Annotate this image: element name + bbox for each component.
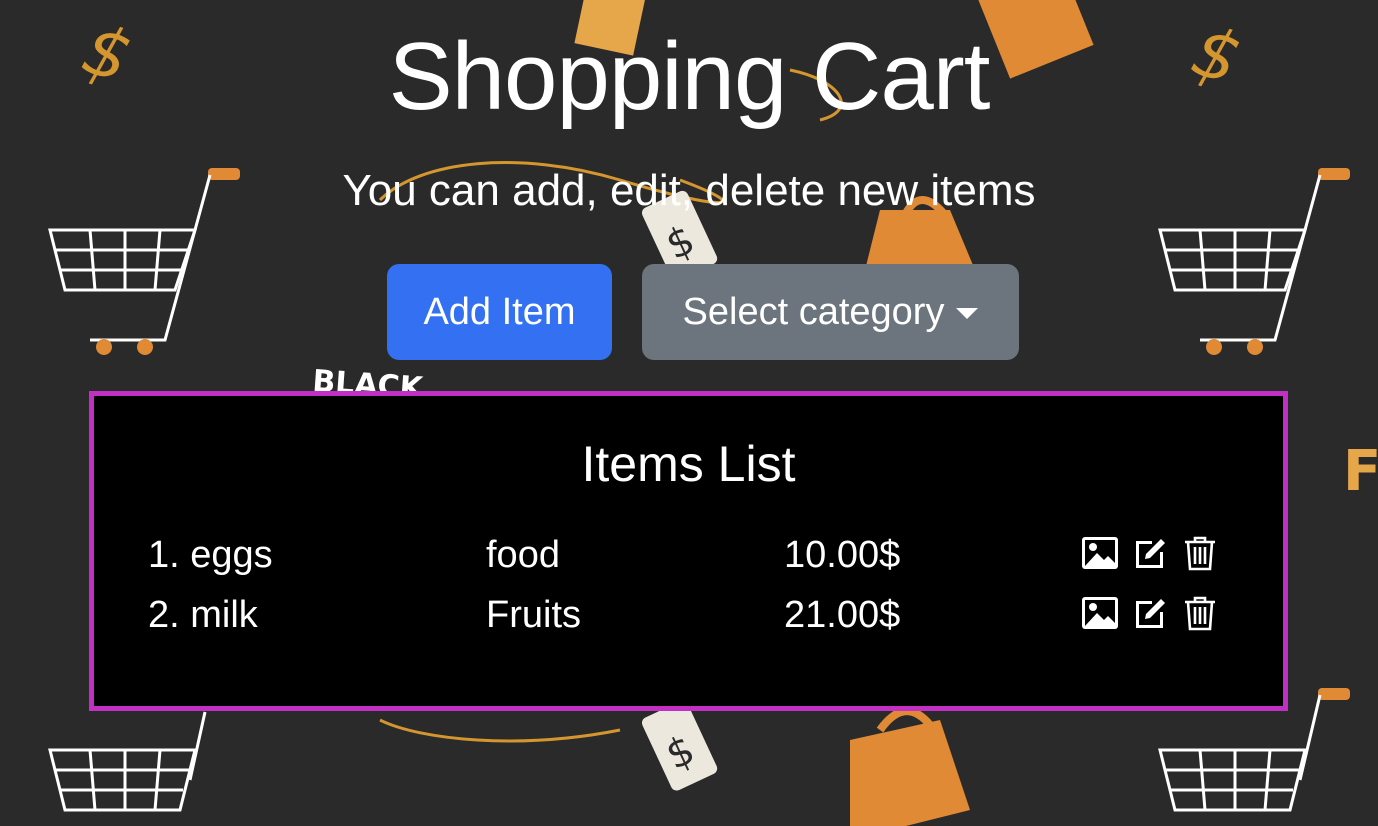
item-category: Fruits: [486, 594, 581, 636]
list-item: 1. eggs food 10.00$: [94, 527, 1283, 583]
items-list-title: Items List: [581, 436, 796, 492]
item-actions: [1080, 533, 1220, 573]
item-price: 21.00$: [784, 594, 901, 636]
list-item: 2. milk Fruits 21.00$: [94, 587, 1283, 643]
item-name: 2. milk: [148, 594, 258, 636]
page-subtitle: You can add, edit, delete new items: [342, 166, 1036, 215]
caret-down-icon: [956, 307, 979, 319]
app: Shopping Cart You can add, edit, delete …: [0, 0, 1378, 826]
image-icon[interactable]: [1080, 593, 1120, 633]
edit-icon[interactable]: [1130, 533, 1170, 573]
trash-icon[interactable]: [1180, 533, 1220, 573]
edit-icon[interactable]: [1130, 593, 1170, 633]
items-list-panel: Items List 1. eggs food 10.00$ 2. milk F…: [89, 391, 1288, 711]
image-icon[interactable]: [1080, 533, 1120, 573]
add-item-label: Add Item: [423, 290, 576, 333]
item-name: 1. eggs: [148, 534, 273, 576]
trash-icon[interactable]: [1180, 593, 1220, 633]
select-category-label: Select category: [682, 290, 945, 333]
item-category: food: [486, 534, 560, 576]
item-price: 10.00$: [784, 534, 901, 576]
add-item-button[interactable]: Add Item: [387, 264, 612, 360]
select-category-dropdown[interactable]: Select category: [642, 264, 1019, 360]
page-title: Shopping Cart: [388, 23, 991, 130]
item-actions: [1080, 593, 1220, 633]
